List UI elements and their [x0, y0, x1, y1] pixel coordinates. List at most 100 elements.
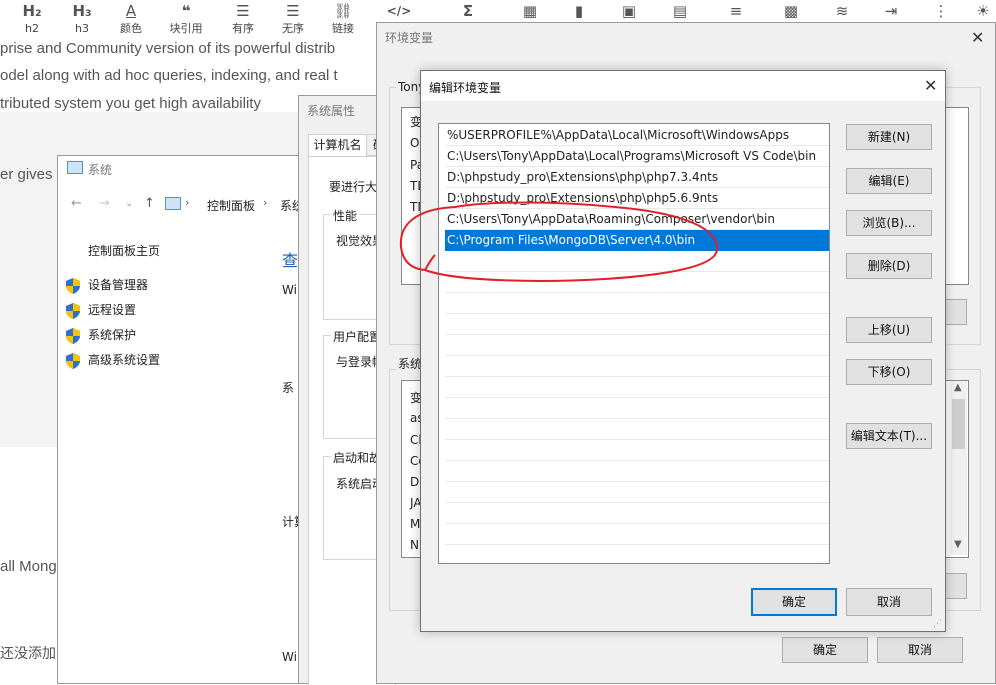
windows-edition-label: Wi — [282, 283, 297, 297]
empty-row — [445, 524, 829, 545]
system-section-label: 系 — [282, 381, 295, 395]
ok-button[interactable]: 确定 — [751, 588, 837, 616]
h3-icon: H₃ — [72, 2, 92, 20]
empty-row — [445, 377, 829, 398]
new-button[interactable]: 新建(N) — [846, 124, 932, 150]
browse-button[interactable]: 浏览(B)... — [846, 210, 932, 236]
remote-settings-link[interactable]: 远程设置 — [66, 300, 136, 320]
window-title: 系统 — [88, 163, 113, 177]
link-icon: ⛓ — [333, 2, 353, 20]
forward-arrow-icon[interactable]: → — [99, 196, 110, 211]
film-icon: ▩ — [783, 2, 799, 20]
edit-button[interactable]: 编辑(E) — [846, 168, 932, 194]
breadcrumb-separator-icon: › — [263, 196, 268, 209]
line-spacing-icon: ⋮ — [933, 2, 949, 20]
tab-computer-name[interactable]: 计算机名 — [308, 134, 367, 158]
admin-notice: 要进行大 — [329, 180, 378, 194]
editor-text-line: all Mong — [0, 558, 57, 575]
indent-icon: ⇥ — [884, 2, 898, 20]
empty-row — [445, 419, 829, 440]
cancel-button[interactable]: 取消 — [846, 588, 932, 616]
layout-icon: ▤ — [672, 2, 688, 20]
editor-text-line: odel along with ad hoc queries, indexing… — [0, 67, 338, 84]
divider-icon: ≡ — [729, 2, 743, 20]
breadcrumb-control-panel[interactable]: 控制面板 — [207, 197, 255, 214]
system-window: 系统 ← → ⌄ ↑ › 控制面板 › 系统 控制面板主页 设备管理器 远程设置… — [57, 155, 317, 684]
system-protection-link[interactable]: 系统保护 — [66, 325, 136, 345]
link-button[interactable]: ⛓ 链接 — [320, 0, 366, 40]
editor-text-line: er gives — [0, 166, 53, 183]
ordered-list-button[interactable]: ☰ 有序 — [220, 0, 266, 40]
annotation-stroke — [399, 201, 719, 282]
shield-icon — [66, 352, 80, 369]
h2-icon: H₂ — [22, 2, 42, 20]
advanced-system-settings-link[interactable]: 高级系统设置 — [66, 350, 160, 370]
device-manager-link[interactable]: 设备管理器 — [66, 275, 148, 295]
empty-row — [445, 398, 829, 419]
delete-button[interactable]: 删除(D) — [846, 253, 932, 279]
empty-row — [445, 461, 829, 482]
h2-button[interactable]: H₂ h2 — [9, 0, 55, 40]
shield-icon — [66, 327, 80, 344]
theme-icon: ☀ — [976, 2, 990, 20]
bar-chart-icon: ▮ — [574, 2, 584, 20]
path-entry[interactable]: C:\Users\Tony\AppData\Local\Programs\Mic… — [445, 146, 829, 167]
table-icon: ▦ — [522, 2, 538, 20]
close-icon[interactable]: ✕ — [924, 76, 937, 95]
red-annotation-circle — [399, 201, 719, 282]
ordered-list-icon: ☰ — [236, 2, 250, 20]
empty-row — [445, 335, 829, 356]
color-button[interactable]: A 颜色 — [108, 0, 154, 40]
shield-icon — [66, 302, 80, 319]
path-entry[interactable]: D:\phpstudy_pro\Extensions\php\php7.3.4n… — [445, 167, 829, 188]
move-down-button[interactable]: 下移(O) — [846, 359, 932, 385]
unordered-list-button[interactable]: ☰ 无序 — [270, 0, 316, 40]
empty-row — [445, 440, 829, 461]
code-icon: </> — [386, 4, 412, 18]
scroll-down-icon[interactable]: ▼ — [954, 539, 962, 550]
h3-button[interactable]: H₃ h3 — [59, 0, 105, 40]
path-entry[interactable]: %USERPROFILE%\AppData\Local\Microsoft\Wi… — [445, 125, 829, 146]
chevron-down-icon[interactable]: ⌄ — [125, 198, 133, 209]
shield-icon — [66, 277, 80, 294]
annotation-tail — [424, 254, 436, 271]
image-icon: ▣ — [621, 2, 637, 20]
ok-button[interactable]: 确定 — [782, 637, 868, 663]
list-item[interactable]: M — [410, 517, 420, 531]
system-main-heading: 查 — [282, 251, 299, 270]
sigma-icon: Σ — [462, 2, 474, 20]
text-color-icon: A — [125, 2, 137, 20]
window-title: 环境变量 — [385, 31, 434, 45]
resize-grip-icon[interactable]: ⋰ — [933, 619, 942, 629]
windows-activation-label: Wi — [282, 650, 297, 664]
clear-format-icon: ≋ — [835, 2, 849, 20]
editor-text-line: prise and Community version of its power… — [0, 40, 336, 57]
computer-icon — [165, 197, 181, 210]
control-panel-home-link[interactable]: 控制面板主页 — [88, 242, 160, 259]
edit-text-button[interactable]: 编辑文本(T)... — [846, 423, 932, 449]
breadcrumb-separator-icon: › — [185, 196, 190, 209]
empty-row — [445, 293, 829, 314]
dialog-title: 编辑环境变量 — [429, 81, 502, 95]
unordered-list-icon: ☰ — [286, 2, 300, 20]
editor-text-line: 还没添加 — [0, 645, 56, 661]
cancel-button[interactable]: 取消 — [877, 637, 963, 663]
scroll-up-icon[interactable]: ▲ — [954, 382, 962, 393]
scrollbar[interactable]: ▲ ▼ — [950, 381, 967, 555]
empty-row — [445, 356, 829, 377]
quote-icon: ❝ — [181, 2, 191, 20]
empty-row — [445, 482, 829, 503]
blockquote-button[interactable]: ❝ 块引用 — [163, 0, 209, 40]
close-icon[interactable]: ✕ — [971, 28, 984, 47]
move-up-button[interactable]: 上移(U) — [846, 317, 932, 343]
scrollbar-thumb[interactable] — [952, 399, 965, 449]
empty-row — [445, 503, 829, 524]
path-list[interactable]: %USERPROFILE%\AppData\Local\Microsoft\Wi… — [438, 123, 830, 564]
editor-text-line: tributed system you get high availabilit… — [0, 95, 261, 112]
window-title: 系统属性 — [307, 104, 356, 118]
empty-row — [445, 314, 829, 335]
up-arrow-icon[interactable]: ↑ — [144, 196, 155, 211]
back-arrow-icon[interactable]: ← — [71, 196, 82, 211]
computer-icon — [67, 161, 83, 174]
performance-group-label: 性能 — [331, 207, 360, 224]
